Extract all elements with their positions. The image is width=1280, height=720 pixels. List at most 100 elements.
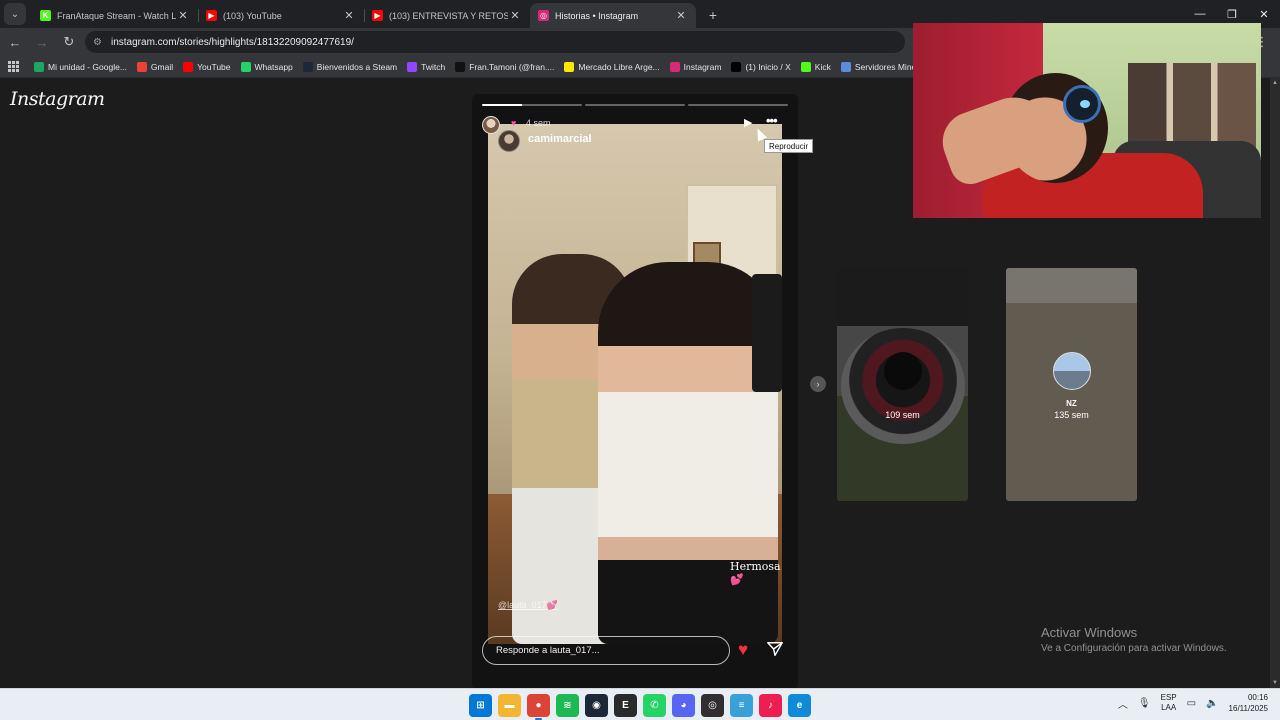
apps-grid-icon[interactable] [8, 60, 20, 73]
bookmark-item[interactable]: YouTube [183, 61, 231, 72]
bookmark-item[interactable]: Kick [800, 61, 831, 72]
close-tab-icon[interactable]: ✕ [176, 9, 190, 22]
preview-time: 135 sem [1054, 410, 1089, 420]
instagram-logo[interactable]: Instagram [10, 88, 105, 110]
notepad-icon[interactable]: ≡ [730, 694, 753, 717]
network-icon[interactable]: ▭ [1187, 698, 1196, 709]
share-button[interactable] [766, 640, 784, 658]
favicon-icon: ◎ [538, 10, 549, 21]
headset-light [1080, 100, 1090, 108]
clock[interactable]: 00:16 16/11/2025 [1229, 692, 1268, 714]
more-options-button[interactable]: ••• [766, 113, 784, 128]
browser-tab[interactable]: ▶ (103) ENTREVISTA Y RETOS EN✕ [364, 3, 530, 28]
chevron-down-icon: ⌄ [10, 8, 20, 20]
tab-title: (103) YouTube [223, 10, 282, 21]
progress-segment [585, 104, 685, 106]
bookmark-label: Bienvenidos a Steam [316, 61, 398, 72]
bookmark-item[interactable]: Mercado Libre Arge... [564, 61, 660, 72]
favicon-icon: K [40, 10, 51, 21]
bookmark-item[interactable]: Twitch [407, 61, 446, 72]
scroll-up-icon[interactable]: ▲ [1272, 80, 1278, 86]
bookmark-item[interactable]: Instagram [669, 61, 722, 72]
progress-segment [688, 104, 788, 106]
browser-tab[interactable]: K FranAtaque Stream - Watch Live ✕ [32, 3, 198, 28]
close-tab-icon[interactable]: ✕ [674, 9, 688, 22]
site-info-icon[interactable]: ⚙ [93, 37, 107, 48]
page-scrollbar[interactable]: ▲ ▼ [1270, 78, 1280, 688]
browser-tab[interactable]: ◎ Historias • Instagram ✕ [530, 3, 696, 28]
like-button[interactable]: ♥ [738, 640, 748, 660]
bookmark-label: YouTube [197, 61, 231, 72]
epic-games-icon[interactable]: E [614, 694, 637, 717]
new-tab-button[interactable]: + [702, 4, 724, 26]
spotify-icon[interactable]: ≋ [556, 694, 579, 717]
keyboard-layout: LAA [1161, 703, 1177, 712]
twitch-icon [407, 61, 418, 72]
clock-time: 00:16 [1247, 693, 1268, 702]
story-preview-card[interactable]: 109 sem [837, 268, 968, 501]
bookmark-item[interactable]: Bienvenidos a Steam [302, 61, 398, 72]
story-time: 4 sem [526, 118, 551, 128]
chevron-up-icon[interactable]: ︿ [1118, 696, 1128, 711]
tab-search-button[interactable]: ⌄ [4, 3, 26, 25]
bookmark-label: Fran.Tamoni (@fran.... [469, 61, 555, 72]
bookmark-label: Whatsapp [254, 61, 293, 72]
volume-icon[interactable]: 🔈 [1206, 698, 1218, 709]
bookmark-label: Instagram [683, 61, 722, 72]
mercadolibre-icon [564, 61, 575, 72]
story-username[interactable]: camimarcial [528, 133, 592, 145]
x-icon [731, 61, 742, 72]
bookmark-label: Twitch [421, 61, 446, 72]
reload-button[interactable]: ↻ [57, 30, 81, 54]
favicon-icon: ▶ [206, 10, 217, 21]
bookmark-item[interactable]: Fran.Tamoni (@fran.... [455, 61, 555, 72]
file-explorer-icon[interactable]: ▬ [498, 694, 521, 717]
next-story-button[interactable]: › [810, 376, 826, 392]
story-photo-phone [752, 274, 782, 392]
windows-taskbar: ⊞ ▬ ● ≋ ◉ E ✆ ◕ ◎ ≡ ♪ e ︿ 🎙 ESP LAA ▭ 🔈 00:16 16/11… [0, 688, 1280, 720]
instagram-icon [669, 61, 680, 72]
scroll-down-icon[interactable]: ▼ [1272, 680, 1278, 686]
bookmark-item[interactable]: Whatsapp [240, 61, 293, 72]
tiktok-icon [455, 61, 466, 72]
discord-icon[interactable]: ◕ [672, 694, 695, 717]
bookmark-item[interactable]: Gmail [136, 61, 174, 72]
close-tab-icon[interactable]: ✕ [342, 9, 356, 22]
language-code: ESP [1160, 693, 1177, 702]
bookmark-label: Kick [814, 61, 831, 72]
tooltip: Reproducir [764, 139, 814, 153]
browser-tab[interactable]: ▶ (103) YouTube ✕ [198, 3, 364, 28]
whatsapp-icon[interactable]: ✆ [643, 694, 666, 717]
story-preview-card[interactable]: NZ 135 sem [1006, 268, 1137, 501]
microphone-icon[interactable]: 🎙 [1138, 698, 1151, 709]
avatar[interactable] [498, 130, 520, 152]
bookmark-item[interactable]: Mi unidad - Google... [34, 61, 127, 72]
reload-icon: ↻ [63, 34, 75, 49]
address-bar[interactable]: ⚙ instagram.com/stories/highlights/18132… [85, 31, 905, 53]
reply-input[interactable]: Responde a lauta_017... [482, 636, 730, 665]
bookmark-item[interactable]: (1) Inicio / X [731, 61, 791, 72]
language-indicator[interactable]: ESP LAA [1161, 693, 1177, 713]
forward-button[interactable]: → [30, 30, 54, 54]
obs-icon[interactable]: ◎ [701, 694, 724, 717]
preview-title: NZ [1066, 399, 1077, 408]
system-tray: ︿ 🎙 ESP LAA ▭ 🔈 00:16 16/11/2025 [1118, 692, 1268, 714]
paper-plane-icon [767, 641, 783, 657]
story-photo-person [598, 262, 778, 644]
bookmark-label: Gmail [150, 61, 174, 72]
story-progress-bar [482, 104, 788, 106]
steam-icon[interactable]: ◉ [585, 694, 608, 717]
avatar[interactable] [482, 116, 500, 134]
chrome-icon[interactable]: ● [527, 694, 550, 720]
close-tab-icon[interactable]: ✕ [508, 9, 522, 22]
chevron-right-icon: › [816, 379, 820, 389]
story-image[interactable]: Hermosa💕 @lauta_017💕 [488, 124, 782, 644]
edge-icon[interactable]: e [788, 694, 811, 717]
windows-activation-watermark: Activar Windows Ve a Configuración para … [1041, 625, 1227, 654]
back-button[interactable]: ← [3, 30, 27, 54]
youtube-icon [183, 61, 194, 72]
windows-start-icon[interactable]: ⊞ [469, 694, 492, 717]
gmail-icon [136, 61, 147, 72]
story-mention[interactable]: @lauta_017💕 [498, 600, 558, 611]
tiktok-icon[interactable]: ♪ [759, 694, 782, 717]
